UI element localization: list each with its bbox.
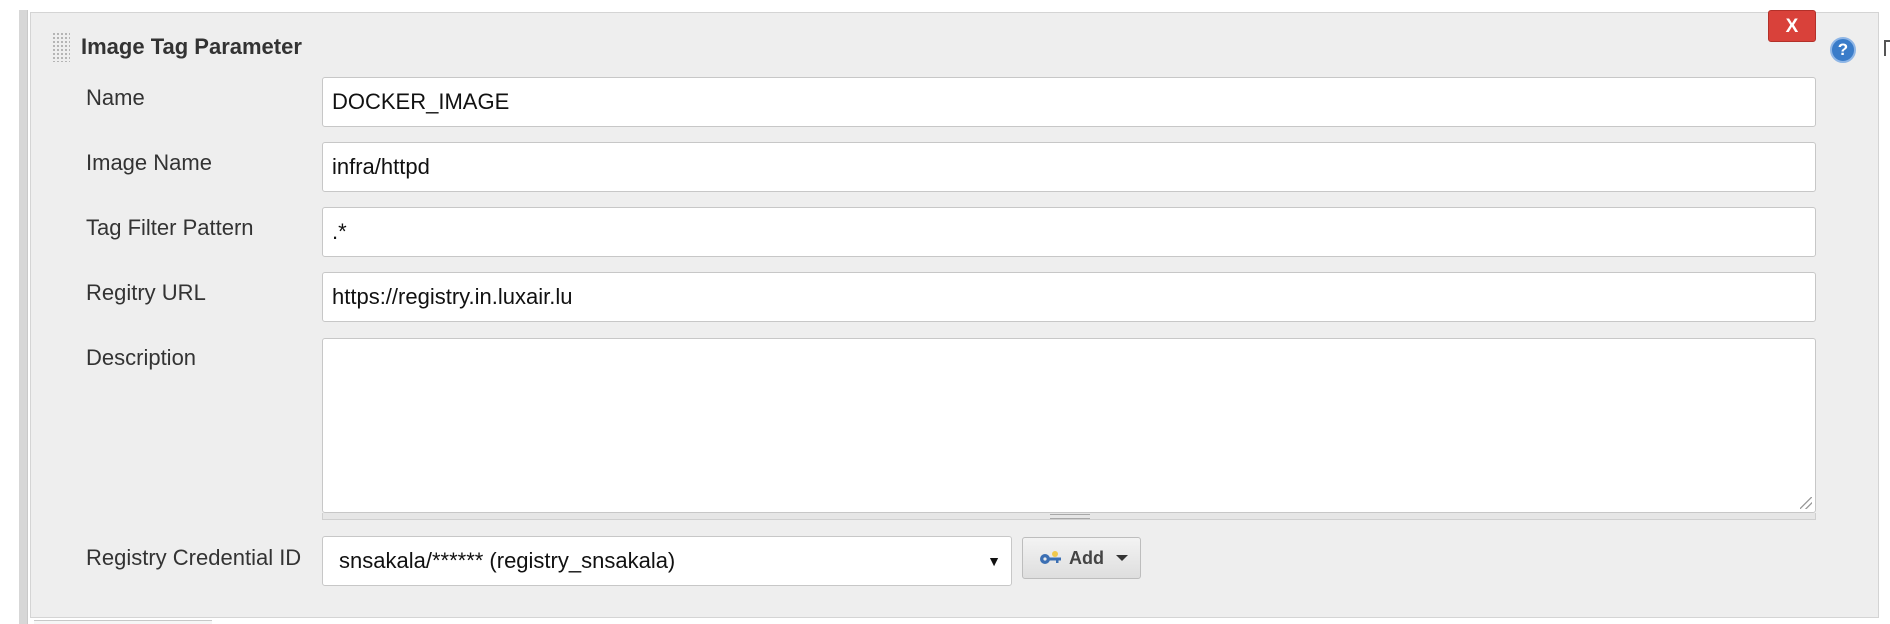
textarea-resize-handle[interactable] xyxy=(322,513,1816,520)
registry-url-input[interactable]: https://registry.in.luxair.lu xyxy=(322,272,1816,322)
credential-label: Registry Credential ID xyxy=(86,545,302,570)
bottom-tab xyxy=(34,620,212,624)
drag-handle-icon[interactable] xyxy=(52,32,70,62)
credential-select[interactable]: snsakala/****** (registry_snsakala) ▼ xyxy=(322,536,1012,586)
credential-select-value: snsakala/****** (registry_snsakala) xyxy=(339,548,676,573)
dropdown-arrow-icon: ▼ xyxy=(987,553,1001,569)
help-icon[interactable]: ? xyxy=(1830,37,1856,63)
resize-corner-icon[interactable] xyxy=(1800,497,1812,509)
add-credential-button[interactable]: Add xyxy=(1022,537,1141,579)
image-name-label: Image Name xyxy=(86,150,212,175)
delete-button[interactable]: X xyxy=(1768,10,1816,42)
add-button-label: Add xyxy=(1069,548,1104,568)
image-name-input[interactable]: infra/httpd xyxy=(322,142,1816,192)
key-icon xyxy=(1040,551,1061,564)
tag-filter-input[interactable]: .* xyxy=(322,207,1816,257)
page: Image Tag Parameter X ? Name DOCKER_IMAG… xyxy=(0,0,1890,624)
section-title: Image Tag Parameter xyxy=(81,34,302,59)
name-label: Name xyxy=(86,85,145,110)
description-label: Description xyxy=(86,345,197,370)
mouse-cursor-icon xyxy=(1884,40,1890,56)
description-textarea[interactable] xyxy=(322,338,1816,513)
registry-url-label: Regitry URL xyxy=(86,280,206,305)
tag-filter-label: Tag Filter Pattern xyxy=(86,215,254,240)
left-rail xyxy=(19,10,28,624)
caret-down-icon xyxy=(1116,555,1128,561)
name-input[interactable]: DOCKER_IMAGE xyxy=(322,77,1816,127)
